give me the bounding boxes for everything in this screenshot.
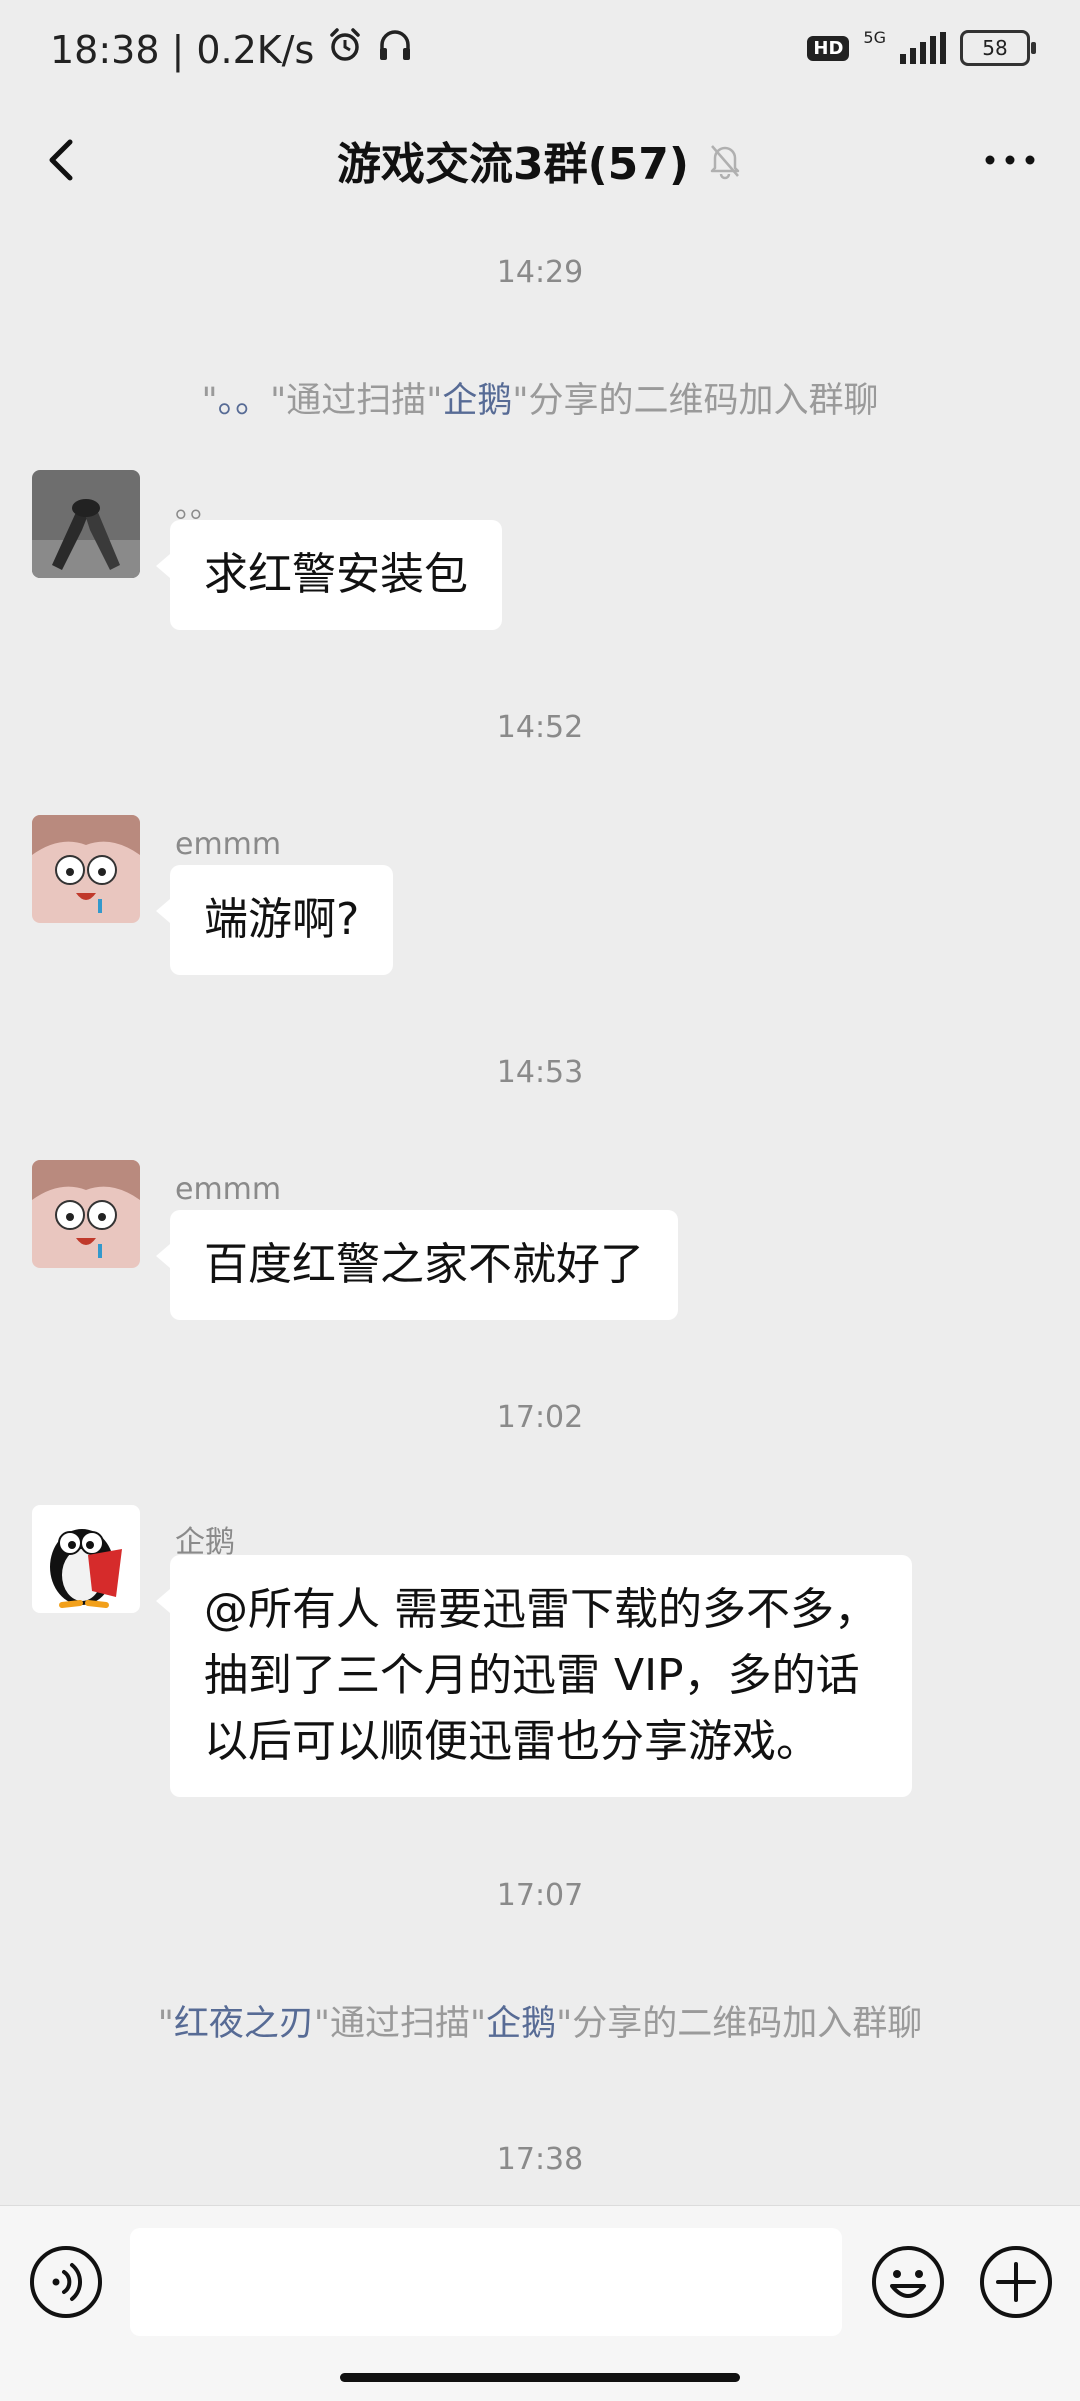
- avatar[interactable]: [32, 1505, 140, 1613]
- timestamp: 14:29: [496, 255, 584, 290]
- sys-user-link[interactable]: 红夜之刃: [174, 2004, 314, 2044]
- timestamp: 17:02: [496, 1400, 584, 1435]
- sys-quote: ": [201, 381, 218, 421]
- message-line: 抽到了三个月的迅雷 VIP，多的话: [204, 1650, 860, 1701]
- sys-inviter-link[interactable]: 企鹅: [442, 381, 512, 421]
- plus-icon: [980, 2246, 1052, 2318]
- sys-user-link[interactable]: 。。: [218, 381, 271, 421]
- system-message: "红夜之刃"通过扫描"企鹅"分享的二维码加入群聊: [0, 1995, 1080, 2046]
- sys-inviter-link[interactable]: 企鹅: [486, 2004, 556, 2044]
- sys-mid: "通过扫描": [313, 2004, 487, 2044]
- chat-area[interactable]: 14:29 "。。"通过扫描"企鹅"分享的二维码加入群聊 。。 求红警安装包 1…: [0, 220, 1080, 2205]
- more-icon: [985, 155, 1035, 165]
- timestamp: 17:38: [496, 2142, 584, 2177]
- page-title: 游戏交流3群(57): [336, 139, 690, 190]
- hd-badge: HD: [807, 35, 850, 61]
- status-bar: 18:38 | 0.2K/s HD 5G 58: [0, 0, 1080, 100]
- avatar[interactable]: [32, 470, 140, 578]
- voice-icon: [30, 2246, 102, 2318]
- message-bubble[interactable]: @所有人 需要迅雷下载的多不多， 抽到了三个月的迅雷 VIP，多的话 以后可以顺…: [156, 1555, 912, 1797]
- status-speed: 0.2K/s: [196, 27, 315, 72]
- system-message: "。。"通过扫描"企鹅"分享的二维码加入群聊: [0, 372, 1080, 423]
- signal-icon: [900, 32, 946, 64]
- message-bubble[interactable]: 求红警安装包: [156, 520, 502, 630]
- status-time: 18:38: [50, 27, 160, 72]
- home-indicator[interactable]: [340, 2373, 740, 2382]
- more-actions-button[interactable]: [978, 2244, 1054, 2320]
- sender-name: emmm: [175, 1172, 282, 1207]
- mute-bell-icon: [710, 145, 740, 180]
- chat-header: 游戏交流3群(57): [0, 100, 1080, 220]
- message-line: 以后可以顺便迅雷也分享游戏。: [204, 1716, 820, 1767]
- headphones-icon: [376, 26, 414, 73]
- message-bubble[interactable]: 端游啊?: [155, 865, 394, 975]
- sender-name: emmm: [175, 827, 282, 862]
- battery-icon: 58: [960, 30, 1036, 66]
- status-left: 18:38 | 0.2K/s: [50, 26, 414, 73]
- sys-mid: "通过扫描": [270, 381, 443, 421]
- avatar[interactable]: [32, 1160, 140, 1268]
- more-button[interactable]: [980, 140, 1040, 180]
- alarm-icon: [326, 26, 364, 73]
- sys-quote: ": [157, 2004, 174, 2044]
- sys-tail: "分享的二维码加入群聊: [512, 381, 879, 421]
- message-input[interactable]: [130, 2228, 842, 2336]
- status-divider: |: [171, 27, 185, 72]
- avatar[interactable]: [32, 815, 140, 923]
- message-bubble[interactable]: 百度红警之家不就好了: [156, 1210, 678, 1320]
- status-right: HD 5G 58: [807, 28, 1036, 66]
- title-wrap: 游戏交流3群(57): [0, 100, 1080, 220]
- timestamp: 17:07: [496, 1878, 584, 1913]
- voice-button[interactable]: [28, 2244, 104, 2320]
- input-bar: [0, 2205, 1080, 2401]
- timestamp: 14:52: [496, 710, 584, 745]
- emoji-icon: [872, 2246, 944, 2318]
- battery-level: 58: [982, 36, 1008, 60]
- timestamp: 14:53: [496, 1055, 584, 1090]
- network-type: 5G: [863, 28, 886, 47]
- emoji-button[interactable]: [870, 2244, 946, 2320]
- message-line: @所有人 需要迅雷下载的多不多，: [204, 1584, 878, 1635]
- sys-tail: "分享的二维码加入群聊: [556, 2004, 923, 2044]
